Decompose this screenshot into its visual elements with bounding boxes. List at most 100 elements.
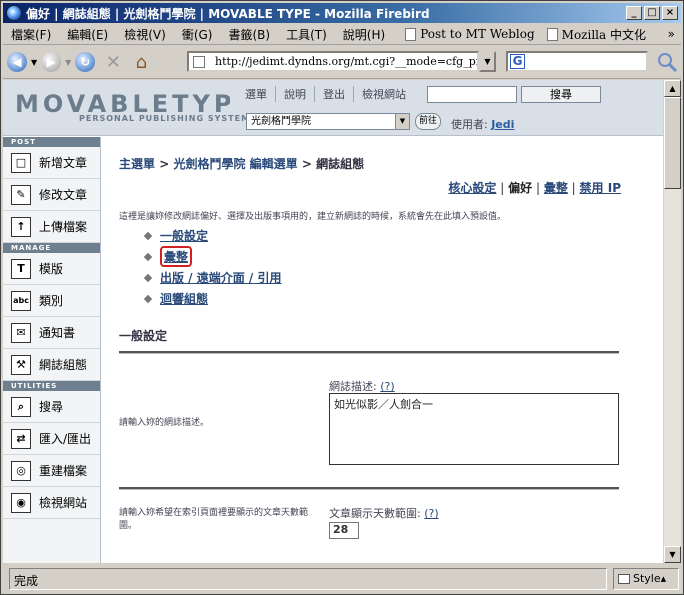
bullet-icon (143, 294, 153, 303)
sidebar-item-config[interactable]: ⚒ 網誌組態 (3, 349, 100, 381)
breadcrumb-separator: > (159, 157, 170, 171)
back-button[interactable]: ◀ (5, 50, 29, 74)
bookmarks-overflow-button[interactable]: » (668, 27, 675, 41)
list-item: 迴響組態 (143, 288, 281, 309)
chevron-down-icon: ▼ (395, 114, 409, 129)
breadcrumb-separator: > (301, 157, 312, 171)
header-nav: 選單 說明 登出 檢視網站 (237, 86, 414, 102)
help-link[interactable]: (?) (380, 380, 394, 393)
sidebar-section-utilities: UTILITIES (3, 381, 100, 391)
link-general-settings[interactable]: 一般設定 (160, 227, 208, 244)
tab-preferences[interactable]: 偏好 (508, 181, 532, 195)
field-label: 網誌描述: (329, 380, 377, 393)
view-site-icon: ◉ (11, 492, 31, 513)
menu-edit[interactable]: 編輯(E) (59, 26, 116, 43)
link-feedback-config[interactable]: 迴響組態 (160, 290, 208, 307)
scroll-thumb[interactable] (664, 97, 681, 189)
style-switcher[interactable]: Style▴ (613, 567, 679, 590)
web-search-input[interactable]: G (506, 51, 648, 72)
navigation-toolbar: ◀ ▼ ▶ ▼ ↻ ✕ ⌂ http://jedimt.dyndns.org/m… (3, 46, 681, 79)
tab-ip-banning[interactable]: 禁用 IP (580, 181, 621, 195)
bookmark-post-to-mt[interactable]: Post to MT Weblog (405, 27, 535, 41)
menu-go[interactable]: 衝(G) (174, 26, 221, 43)
help-link[interactable]: (?) (424, 507, 438, 520)
menu-view[interactable]: 檢視(V) (116, 26, 174, 43)
breadcrumb-current: 網誌組態 (316, 157, 365, 171)
breadcrumb-blog-link[interactable]: 光劍格鬥學院 編輯選單 (173, 157, 297, 171)
mt-search-button[interactable]: 搜尋 (521, 86, 601, 103)
link-archiving[interactable]: 彙整 (160, 246, 193, 267)
breadcrumb-home-link[interactable]: 主選單 (119, 157, 155, 171)
sidebar-item-search[interactable]: ⌕ 搜尋 (3, 391, 100, 423)
notification-icon: ✉ (11, 322, 31, 343)
forward-dropdown-icon[interactable]: ▼ (65, 58, 71, 67)
days-input[interactable]: 28 (329, 522, 359, 539)
menu-tools[interactable]: 工具(T) (278, 26, 335, 43)
user-name-link[interactable]: Jedi (491, 118, 514, 131)
menu-file[interactable]: 檔案(F) (3, 26, 59, 43)
blog-select-value: 光劍格鬥學院 (251, 116, 311, 127)
sidebar-item-notifications[interactable]: ✉ 通知書 (3, 317, 100, 349)
title-bar: 偏好 | 網誌組態 | 光劍格鬥學院 | MOVABLE TYPE - Mozi… (3, 3, 681, 23)
field-label: 文章顯示天數範圍: (329, 507, 421, 520)
sidebar-item-label: 類別 (39, 294, 64, 308)
sidebar-item-rebuild[interactable]: ◎ 重建檔案 (3, 455, 100, 487)
nav-help-link[interactable]: 說明 (276, 86, 315, 102)
home-button[interactable]: ⌂ (129, 50, 153, 74)
vertical-scrollbar[interactable]: ▲ ▼ (664, 80, 681, 563)
browser-window: 偏好 | 網誌組態 | 光劍格鬥學院 | MOVABLE TYPE - Mozi… (0, 0, 684, 595)
url-bar[interactable]: http://jedimt.dyndns.org/mt.cgi?__mode=c… (187, 51, 479, 72)
list-item: 出版 / 遠端介面 / 引用 (143, 267, 281, 288)
link-publishing[interactable]: 出版 / 遠端介面 / 引用 (160, 269, 281, 286)
scroll-up-button[interactable]: ▲ (664, 80, 681, 97)
menu-bar: 檔案(F) 編輯(E) 檢視(V) 衝(G) 書籤(B) 工具(T) 說明(H)… (3, 24, 681, 45)
sidebar-item-view-site[interactable]: ◉ 檢視網站 (3, 487, 100, 519)
nav-menu-link[interactable]: 選單 (237, 86, 276, 102)
forward-button[interactable]: ▶ (39, 50, 63, 74)
bookmark-mozilla-zh[interactable]: Mozilla 中文化 (546, 26, 646, 43)
upload-icon: ↑ (11, 216, 31, 237)
status-bar: 完成 Style▴ (3, 565, 681, 592)
scroll-down-button[interactable]: ▼ (664, 546, 681, 563)
sidebar-item-upload[interactable]: ↑ 上傳檔案 (3, 211, 100, 243)
menu-bookmarks[interactable]: 書籤(B) (220, 26, 278, 43)
mt-search-input[interactable] (427, 86, 517, 103)
go-button[interactable]: 前往 (415, 113, 441, 130)
sidebar-item-import-export[interactable]: ⇄ 匯入/匯出 (3, 423, 100, 455)
page-content: MOVABLETYPE PERSONAL PUBLISHING SYSTEM 選… (3, 80, 663, 563)
firebird-icon (6, 5, 22, 21)
bullet-icon (143, 273, 153, 282)
close-button[interactable]: × (662, 6, 678, 20)
search-engine-icon: G (510, 54, 525, 69)
search-icon: ⌕ (11, 396, 31, 417)
sidebar-item-label: 搜尋 (39, 400, 64, 414)
maximize-button[interactable]: □ (644, 6, 660, 20)
tab-core-settings[interactable]: 核心設定 (448, 181, 496, 195)
blog-select[interactable]: 光劍格鬥學院 ▼ (246, 113, 410, 130)
sidebar-item-label: 通知書 (39, 326, 76, 340)
back-dropdown-icon[interactable]: ▼ (31, 58, 37, 67)
sidebar-item-new-entry[interactable]: □ 新增文章 (3, 147, 100, 179)
page-icon (405, 27, 417, 41)
sidebar-item-edit-entries[interactable]: ✎ 修改文章 (3, 179, 100, 211)
section-title: 一般設定 (119, 329, 168, 343)
logo-tagline: PERSONAL PUBLISHING SYSTEM (79, 114, 251, 123)
tab-separator: | (500, 181, 505, 195)
stop-button[interactable]: ✕ (101, 50, 125, 74)
minimize-button[interactable]: _ (626, 6, 642, 20)
divider (119, 487, 619, 490)
reload-button[interactable]: ↻ (73, 50, 97, 74)
nav-logout-link[interactable]: 登出 (315, 86, 354, 102)
status-text: 完成 (9, 567, 607, 590)
user-info: 使用者: Jedi (451, 116, 514, 132)
reload-icon: ↻ (75, 52, 96, 72)
menu-help[interactable]: 說明(H) (335, 26, 393, 43)
url-dropdown-button[interactable]: ▼ (479, 51, 496, 72)
tab-archiving[interactable]: 彙整 (544, 181, 568, 195)
new-entry-icon: □ (11, 152, 31, 173)
sidebar-item-templates[interactable]: T 模版 (3, 253, 100, 285)
nav-view-site-link[interactable]: 檢視網站 (354, 86, 414, 102)
import-export-icon: ⇄ (11, 428, 31, 449)
sidebar-item-categories[interactable]: abc 類別 (3, 285, 100, 317)
description-textarea[interactable]: 如光似影／人劍合一 (329, 393, 619, 465)
